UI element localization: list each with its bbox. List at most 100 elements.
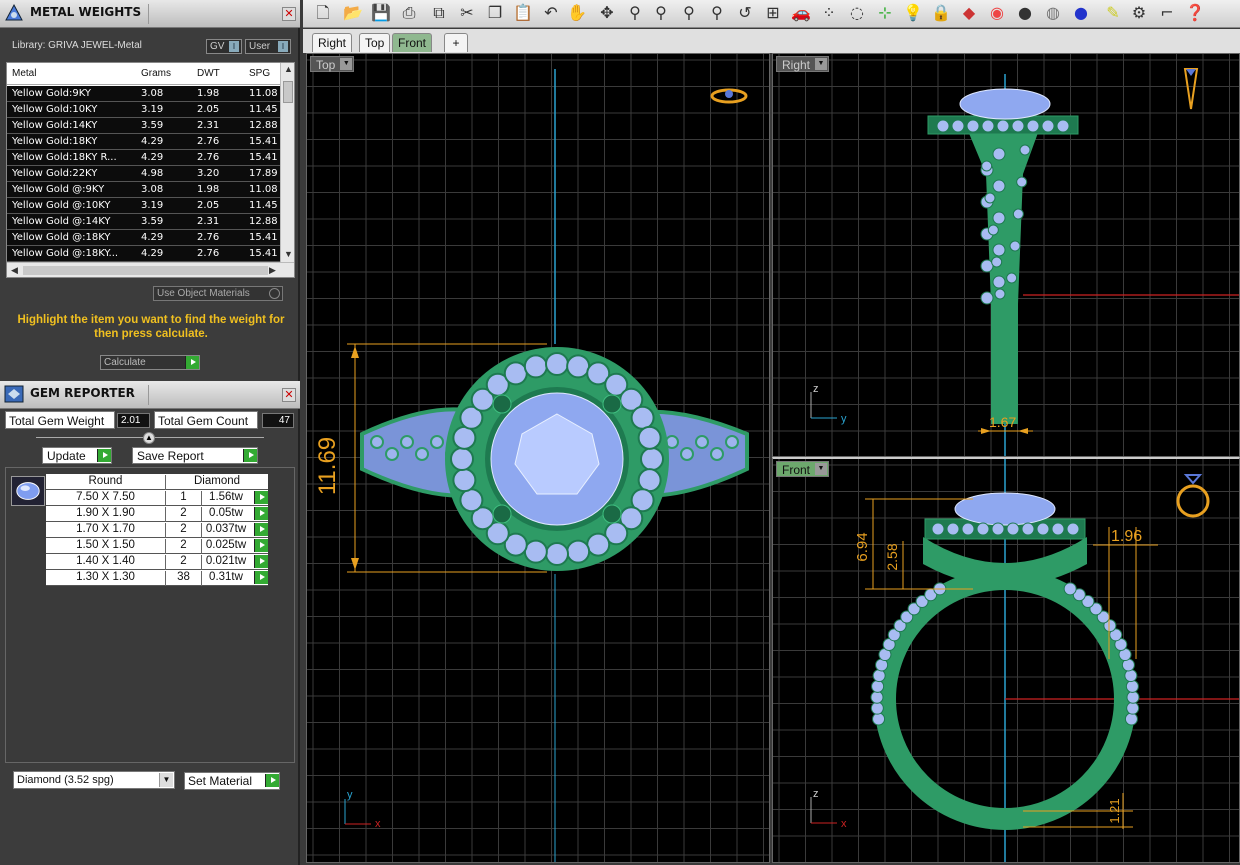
- gem-row[interactable]: 1.30 X 1.30 38 0.31tw: [46, 570, 268, 586]
- right-view-canvas[interactable]: 1.67 z y: [773, 54, 1240, 457]
- play-icon: [185, 356, 199, 369]
- set-material-button[interactable]: Set Material: [184, 772, 280, 790]
- metal-row[interactable]: Yellow Gold:9KY 3.08 1.98 11.08: [7, 86, 281, 102]
- paste-icon[interactable]: 📋: [511, 2, 535, 24]
- tab-right[interactable]: Right: [312, 33, 353, 52]
- settings-gear-icon[interactable]: ⚙: [1127, 2, 1151, 24]
- pan-hand-icon[interactable]: ✋: [565, 2, 589, 24]
- metal-row[interactable]: Yellow Gold:18KY 4.29 2.76 15.41: [7, 134, 281, 150]
- layer-icon[interactable]: ◆: [957, 2, 981, 24]
- col-header-spg[interactable]: SPG: [249, 68, 281, 79]
- metal-row[interactable]: Yellow Gold @:18KY 4.29 2.76 15.41: [7, 230, 281, 246]
- chevron-down-icon[interactable]: ▼: [815, 463, 828, 475]
- select-gem-icon[interactable]: [254, 539, 268, 552]
- print-icon[interactable]: ⎙: [397, 2, 421, 24]
- right-viewport[interactable]: 1.67 z y Right ▼: [772, 53, 1240, 457]
- gem-row[interactable]: 7.50 X 7.50 1 1.56tw: [46, 490, 268, 506]
- close-gem-reporter-button[interactable]: ✕: [282, 388, 296, 402]
- front-view-canvas[interactable]: 6.94 2.58 1.96 1.21 z x: [773, 459, 1240, 863]
- metal-row[interactable]: Yellow Gold @:10KY 3.19 2.05 11.45: [7, 198, 281, 214]
- user-toggle[interactable]: User I: [245, 39, 291, 54]
- shaded-sphere-icon[interactable]: ●: [1013, 2, 1037, 24]
- new-file-icon[interactable]: 🗋: [311, 2, 335, 24]
- metal-row[interactable]: Yellow Gold @:18KY... 4.29 2.76 15.41: [7, 246, 281, 262]
- car-render-icon[interactable]: 🚗: [789, 2, 813, 24]
- front-viewport-label[interactable]: Front ▼: [776, 461, 830, 477]
- calculate-button[interactable]: Calculate: [100, 355, 200, 370]
- light-bulb-icon[interactable]: 💡: [901, 2, 925, 24]
- close-metal-weights-button[interactable]: ✕: [282, 7, 296, 21]
- help-icon[interactable]: ❓: [1183, 2, 1207, 24]
- update-button[interactable]: Update: [42, 447, 112, 464]
- export-icon[interactable]: ⧉: [427, 2, 451, 24]
- right-viewport-label[interactable]: Right ▼: [776, 56, 830, 72]
- scroll-right-icon[interactable]: ▶: [269, 265, 276, 276]
- metal-row[interactable]: Yellow Gold:22KY 4.98 3.20 17.89: [7, 166, 281, 182]
- top-view-canvas[interactable]: 11.69 y x: [307, 54, 770, 863]
- metal-table-hscroll[interactable]: ◀ ▶: [7, 262, 294, 277]
- chevron-down-icon[interactable]: ▼: [159, 773, 173, 787]
- select-gem-icon[interactable]: [254, 491, 268, 504]
- zoom-extents-icon[interactable]: ⚲: [677, 2, 701, 24]
- metal-row[interactable]: Yellow Gold:14KY 3.59 2.31 12.88: [7, 118, 281, 134]
- open-folder-icon[interactable]: 📂: [341, 2, 365, 24]
- top-viewport-label[interactable]: Top ▼: [310, 56, 355, 72]
- zoom-icon[interactable]: ⚲: [623, 2, 647, 24]
- add-tab-button[interactable]: +: [444, 33, 468, 52]
- lock-icon[interactable]: 🔒: [929, 2, 953, 24]
- chevron-down-icon[interactable]: ▼: [340, 58, 353, 70]
- gem-row[interactable]: 1.40 X 1.40 2 0.021tw: [46, 554, 268, 570]
- metal-cell: 15.41: [249, 248, 278, 259]
- material-select[interactable]: Diamond (3.52 spg) ▼: [13, 771, 175, 789]
- col-header-metal[interactable]: Metal: [12, 68, 137, 79]
- save-report-button[interactable]: Save Report: [132, 447, 258, 464]
- metal-table[interactable]: Metal Grams DWT SPG Yellow Gold:9KY 3.08 1…: [6, 62, 295, 278]
- tab-top[interactable]: Top: [359, 33, 391, 52]
- four-viewports-icon[interactable]: ⊞: [761, 2, 785, 24]
- select-gem-icon[interactable]: [254, 571, 268, 584]
- scroll-down-icon[interactable]: ▼: [284, 249, 293, 259]
- select-points-icon[interactable]: ⊹: [873, 2, 897, 24]
- metal-row[interactable]: Yellow Gold @:9KY 3.08 1.98 11.08: [7, 182, 281, 198]
- front-viewport[interactable]: 6.94 2.58 1.96 1.21 z x Front ▼: [772, 457, 1240, 863]
- gem-row[interactable]: 1.50 X 1.50 2 0.025tw: [46, 538, 268, 554]
- metal-row[interactable]: Yellow Gold:10KY 3.19 2.05 11.45: [7, 102, 281, 118]
- save-icon[interactable]: 💾: [369, 2, 393, 24]
- gv-toggle[interactable]: GV I: [206, 39, 242, 54]
- cut-icon[interactable]: ✂: [455, 2, 479, 24]
- ortho-icon[interactable]: ⌐: [1155, 2, 1179, 24]
- chevron-down-icon[interactable]: ▼: [815, 58, 828, 70]
- top-viewport[interactable]: 11.69 y x Top ▼: [306, 53, 770, 863]
- col-header-grams[interactable]: Grams: [141, 68, 191, 79]
- select-gem-icon[interactable]: [254, 555, 268, 568]
- select-gem-icon[interactable]: [254, 523, 268, 536]
- scroll-left-icon[interactable]: ◀: [11, 265, 18, 276]
- metal-table-vscroll[interactable]: ▲ ▼: [280, 63, 294, 263]
- gem-row[interactable]: 1.70 X 1.70 2 0.037tw: [46, 522, 268, 538]
- scroll-up-icon[interactable]: ▲: [284, 64, 293, 74]
- collapse-handle-icon[interactable]: ▲: [143, 432, 155, 444]
- use-object-materials-checkbox[interactable]: Use Object Materials: [153, 286, 283, 301]
- undo-view-icon[interactable]: ↺: [733, 2, 757, 24]
- rotate-view-icon[interactable]: ✥: [595, 2, 619, 24]
- vscroll-thumb[interactable]: [283, 81, 293, 103]
- grid-snap-icon[interactable]: ⁘: [817, 2, 841, 24]
- tab-front[interactable]: Front: [392, 33, 433, 52]
- metal-row[interactable]: Yellow Gold:18KY R... 4.29 2.76 15.41: [7, 150, 281, 166]
- wireframe-sphere-icon[interactable]: ◍: [1041, 2, 1065, 24]
- pen-icon[interactable]: ✎: [1101, 2, 1125, 24]
- dim-a-label: 6.94: [854, 532, 871, 561]
- osnap-icon[interactable]: ◌: [845, 2, 869, 24]
- gem-row[interactable]: 1.90 X 1.90 2 0.05tw: [46, 506, 268, 522]
- select-gem-icon[interactable]: [254, 507, 268, 520]
- zoom-selected-icon[interactable]: ⚲: [705, 2, 729, 24]
- rendered-sphere-icon[interactable]: ●: [1069, 2, 1093, 24]
- metal-cell: Yellow Gold:18KY R...: [12, 152, 117, 163]
- copy-icon[interactable]: ❐: [483, 2, 507, 24]
- zoom-window-icon[interactable]: ⚲: [649, 2, 673, 24]
- color-wheel-icon[interactable]: ◉: [985, 2, 1009, 24]
- col-header-dwt[interactable]: DWT: [197, 68, 242, 79]
- hscroll-thumb[interactable]: [23, 266, 268, 275]
- undo-icon[interactable]: ↶: [539, 2, 563, 24]
- metal-row[interactable]: Yellow Gold @:14KY 3.59 2.31 12.88: [7, 214, 281, 230]
